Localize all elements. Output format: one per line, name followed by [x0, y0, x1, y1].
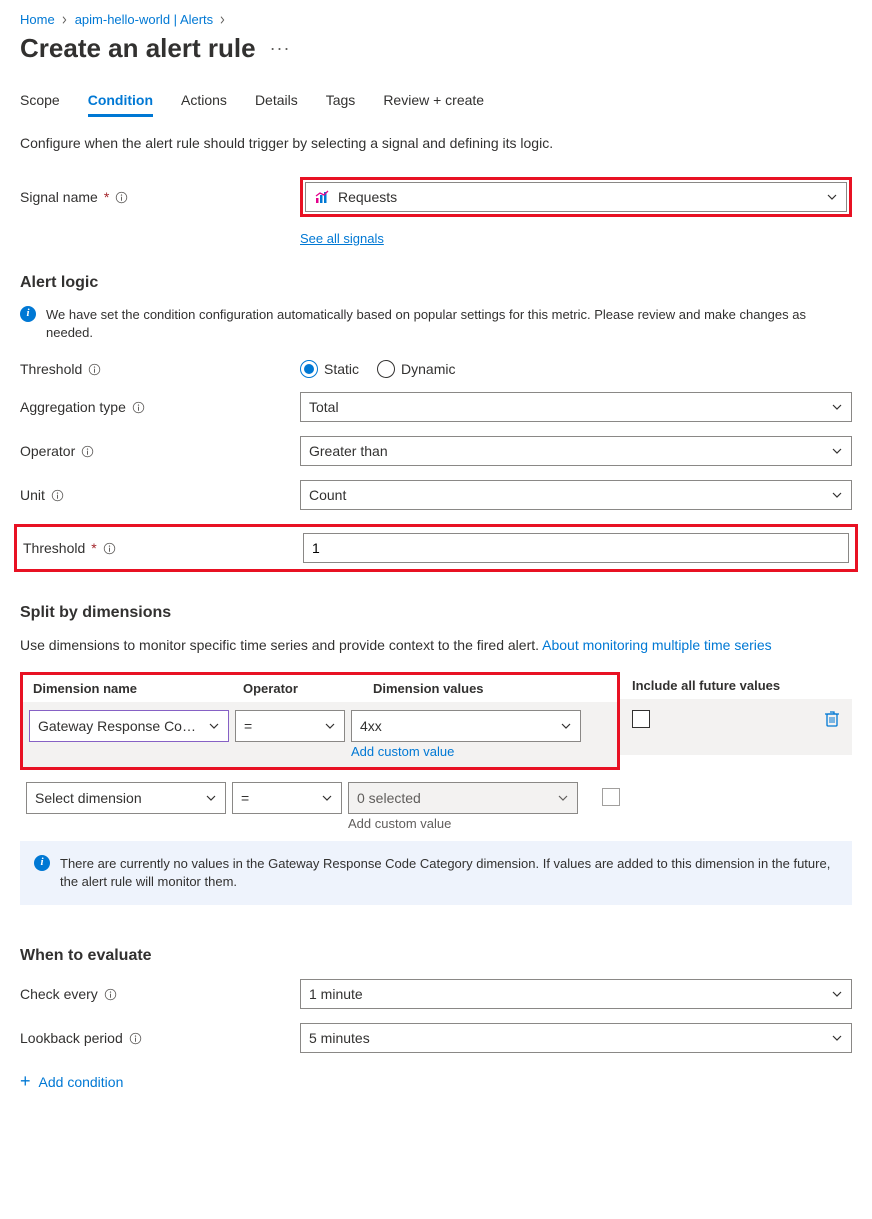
chevron-down-icon [208, 720, 220, 732]
dimension-operator-select[interactable]: = [232, 782, 342, 814]
add-custom-value-link[interactable]: Add custom value [351, 744, 581, 759]
plus-icon: + [20, 1071, 31, 1092]
chevron-down-icon [560, 720, 572, 732]
info-icon[interactable] [104, 988, 117, 1001]
more-actions-button[interactable]: ··· [270, 38, 291, 59]
breadcrumb: Home apim-hello-world | Alerts [20, 12, 852, 27]
chevron-right-icon [219, 12, 227, 27]
chevron-down-icon [324, 720, 336, 732]
chevron-down-icon [831, 489, 843, 501]
info-icon[interactable] [51, 489, 64, 502]
signal-name-value: Requests [338, 189, 818, 205]
chevron-down-icon [831, 401, 843, 413]
check-every-value: 1 minute [309, 986, 831, 1002]
col-dimension-values: Dimension values [373, 681, 607, 696]
chevron-down-icon [557, 792, 569, 804]
unit-label: Unit [20, 487, 45, 503]
check-every-label: Check every [20, 986, 98, 1002]
check-every-select[interactable]: 1 minute [300, 979, 852, 1009]
info-icon[interactable] [132, 401, 145, 414]
chevron-down-icon [831, 445, 843, 457]
page-title: Create an alert rule [20, 33, 256, 64]
dimension-name-value: Select dimension [35, 790, 142, 806]
dimensions-learn-more-link[interactable]: About monitoring multiple time series [542, 637, 772, 653]
unit-value: Count [309, 487, 831, 503]
alert-logic-banner-text: We have set the condition configuration … [46, 306, 852, 342]
dimension-name-value: Gateway Response Co… [38, 718, 196, 734]
threshold-dynamic-label: Dynamic [401, 361, 455, 377]
see-all-signals-link[interactable]: See all signals [300, 231, 384, 246]
chevron-down-icon [321, 792, 333, 804]
info-icon[interactable] [115, 191, 128, 204]
aggregation-type-value: Total [309, 399, 831, 415]
info-icon[interactable] [103, 542, 116, 555]
chevron-down-icon [831, 988, 843, 1000]
chevron-right-icon [61, 12, 69, 27]
dimension-operator-value: = [244, 718, 252, 734]
include-future-checkbox[interactable] [602, 788, 620, 806]
required-marker: * [104, 189, 109, 205]
dimension-values-select[interactable]: 0 selected [348, 782, 578, 814]
signal-name-select[interactable]: Requests [305, 182, 847, 212]
unit-select[interactable]: Count [300, 480, 852, 510]
aggregation-type-select[interactable]: Total [300, 392, 852, 422]
add-condition-button[interactable]: + Add condition [20, 1071, 852, 1092]
dimension-name-select[interactable]: Gateway Response Co… [29, 710, 229, 742]
info-icon: i [20, 306, 36, 322]
add-condition-label: Add condition [39, 1074, 124, 1090]
dimension-values-value: 4xx [360, 718, 382, 734]
chart-icon [314, 189, 330, 205]
delete-icon[interactable] [824, 710, 840, 728]
tab-tags[interactable]: Tags [326, 92, 356, 117]
when-to-evaluate-heading: When to evaluate [20, 947, 852, 965]
info-icon[interactable] [81, 445, 94, 458]
threshold-value-input[interactable] [303, 533, 849, 563]
split-dimensions-heading: Split by dimensions [20, 604, 852, 622]
operator-select[interactable]: Greater than [300, 436, 852, 466]
threshold-static-radio[interactable]: Static [300, 360, 359, 378]
lookback-period-select[interactable]: 5 minutes [300, 1023, 852, 1053]
chevron-down-icon [826, 191, 838, 203]
breadcrumb-home[interactable]: Home [20, 12, 55, 27]
dimension-name-select[interactable]: Select dimension [26, 782, 226, 814]
tab-condition[interactable]: Condition [88, 92, 153, 117]
info-icon[interactable] [88, 363, 101, 376]
info-icon: i [34, 855, 50, 871]
lookback-period-value: 5 minutes [309, 1030, 831, 1046]
lookback-period-label: Lookback period [20, 1030, 123, 1046]
include-future-checkbox[interactable] [632, 710, 650, 728]
operator-label: Operator [20, 443, 75, 459]
threshold-dynamic-radio[interactable]: Dynamic [377, 360, 455, 378]
tab-review-create[interactable]: Review + create [383, 92, 484, 117]
info-icon[interactable] [129, 1032, 142, 1045]
dimensions-desc-text: Use dimensions to monitor specific time … [20, 637, 542, 653]
add-custom-value-link[interactable]: Add custom value [348, 816, 578, 831]
dimension-info-banner-text: There are currently no values in the Gat… [60, 855, 838, 891]
threshold-type-label: Threshold [20, 361, 82, 377]
signal-name-label: Signal name [20, 189, 98, 205]
dimension-values-placeholder: 0 selected [357, 790, 421, 806]
aggregation-type-label: Aggregation type [20, 399, 126, 415]
tab-actions[interactable]: Actions [181, 92, 227, 117]
dimension-values-select[interactable]: 4xx [351, 710, 581, 742]
dimension-operator-select[interactable]: = [235, 710, 345, 742]
alert-logic-heading: Alert logic [20, 274, 852, 292]
col-operator: Operator [243, 681, 373, 696]
col-dimension-name: Dimension name [33, 681, 243, 696]
threshold-static-label: Static [324, 361, 359, 377]
operator-value: Greater than [309, 443, 831, 459]
tab-details[interactable]: Details [255, 92, 298, 117]
col-include-future: Include all future values [620, 672, 852, 699]
intro-text: Configure when the alert rule should tri… [20, 135, 852, 151]
tabs: Scope Condition Actions Details Tags Rev… [20, 92, 852, 117]
required-marker: * [91, 540, 96, 556]
chevron-down-icon [831, 1032, 843, 1044]
chevron-down-icon [205, 792, 217, 804]
dimension-operator-value: = [241, 790, 249, 806]
breadcrumb-item[interactable]: apim-hello-world | Alerts [75, 12, 213, 27]
tab-scope[interactable]: Scope [20, 92, 60, 117]
threshold-value-label: Threshold [23, 540, 85, 556]
